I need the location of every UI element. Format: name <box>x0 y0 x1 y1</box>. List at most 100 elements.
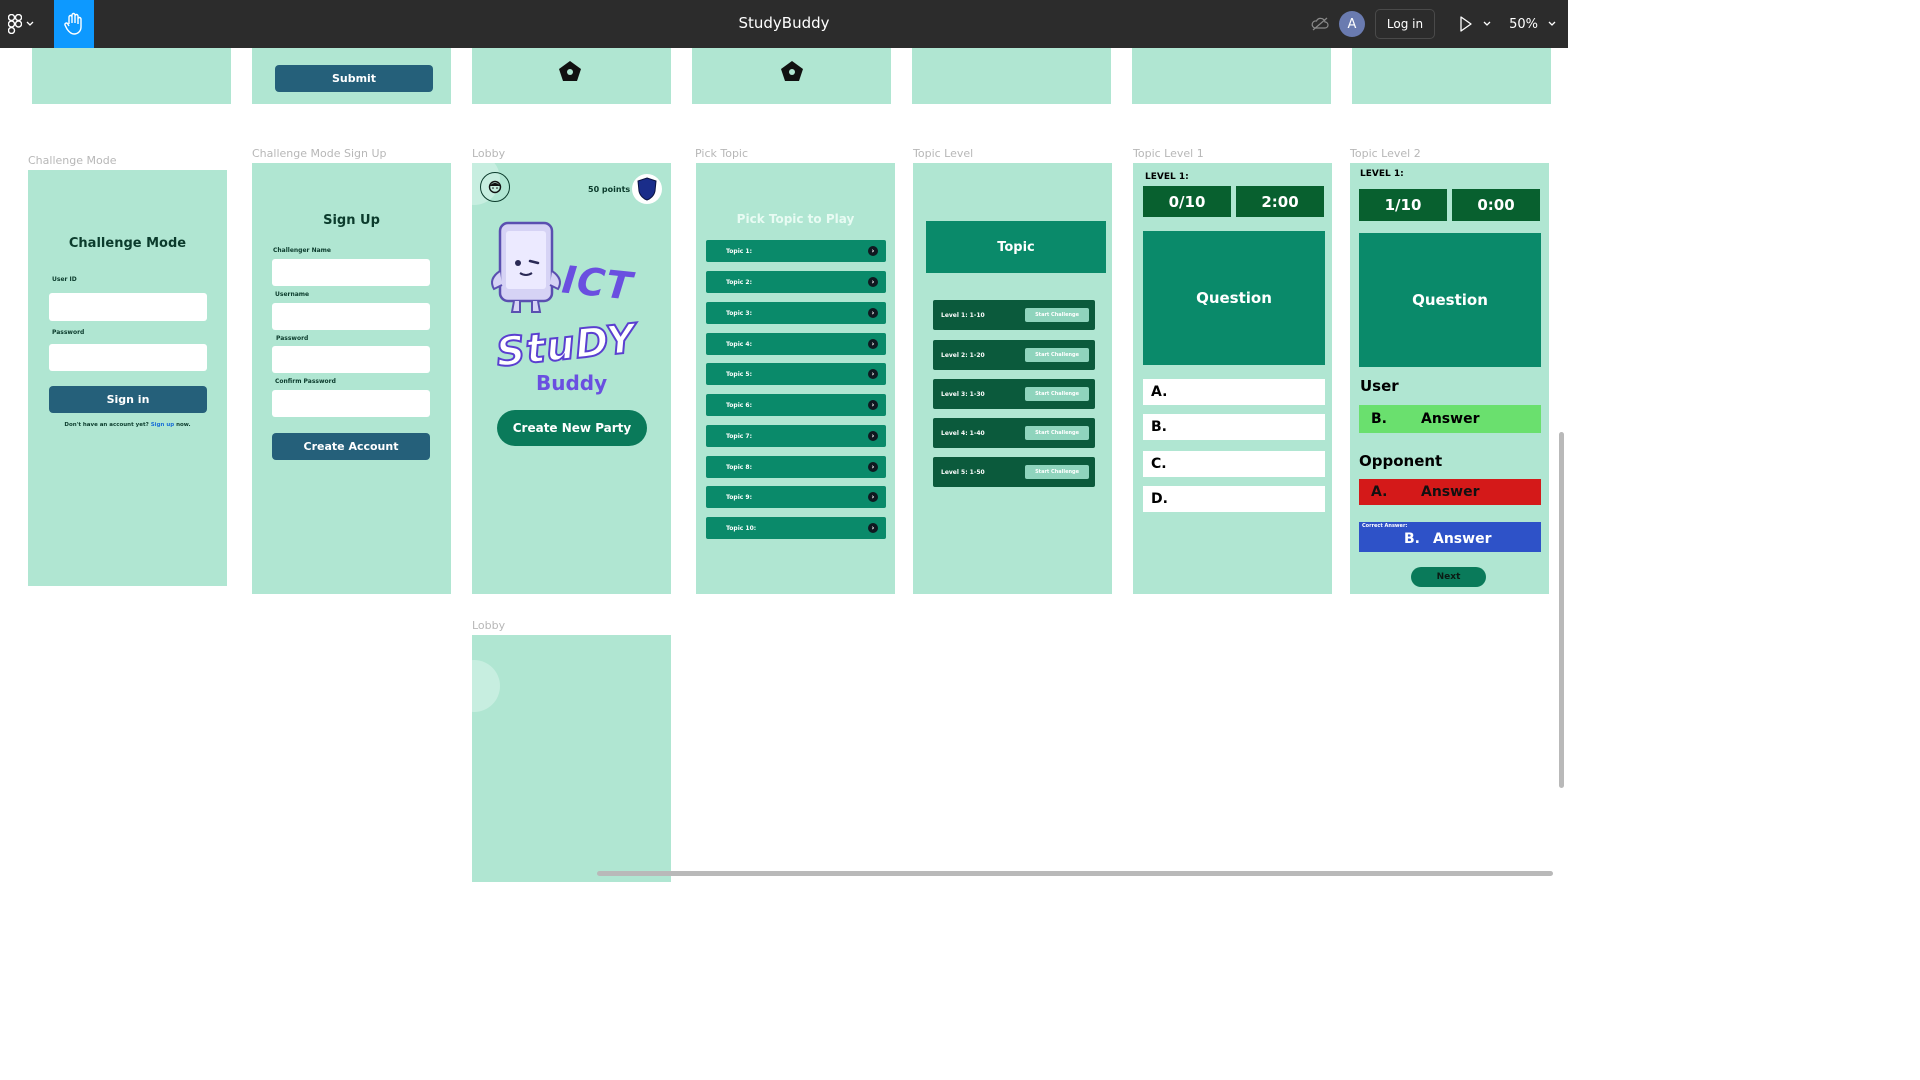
top-frame-5[interactable] <box>912 48 1111 104</box>
frame-label-topic-level[interactable]: Topic Level <box>913 147 973 160</box>
top-frame-1[interactable] <box>32 48 231 104</box>
opponent-answer-text: Answer <box>1421 484 1480 500</box>
topic-label: Topic 3: <box>726 309 752 317</box>
submit-button[interactable]: Submit <box>275 65 433 92</box>
topic-row[interactable]: Topic 6: › <box>706 394 886 416</box>
topic-label: Topic 5: <box>726 370 752 378</box>
frame-topic-level-1[interactable]: LEVEL 1: 0/10 2:00 Question A. B. C. D. <box>1133 163 1332 594</box>
username-label: Username <box>275 291 310 298</box>
frame-label-topic-level-1[interactable]: Topic Level 1 <box>1133 147 1204 160</box>
topic-row[interactable]: Topic 2: › <box>706 271 886 293</box>
topic-row[interactable]: Topic 3: › <box>706 302 886 324</box>
topic-row[interactable]: Topic 5: › <box>706 363 886 385</box>
level-row[interactable]: Level 1: 1-10 Start Challenge <box>933 300 1095 330</box>
top-frame-6[interactable] <box>1132 48 1331 104</box>
pick-topic-heading: Pick Topic to Play <box>736 212 855 226</box>
answer-option-c[interactable]: C. <box>1143 451 1325 477</box>
frame-challenge-mode[interactable]: Challenge Mode User ID Password Sign in … <box>28 170 227 586</box>
frame-label-challenge-mode[interactable]: Challenge Mode <box>28 154 116 167</box>
frame-label-lobby[interactable]: Lobby <box>472 147 505 160</box>
start-challenge-button[interactable]: Start Challenge <box>1025 308 1089 322</box>
vertical-scrollbar[interactable] <box>1559 432 1564 788</box>
topic-row[interactable]: Topic 1: › <box>706 240 886 262</box>
figma-logo-icon <box>8 14 22 34</box>
topic-row[interactable]: Topic 4: › <box>706 333 886 355</box>
user-avatar[interactable]: A <box>1338 11 1365 37</box>
frame-lobby-2[interactable] <box>472 635 671 882</box>
topic-row[interactable]: Topic 8: › <box>706 456 886 478</box>
user-id-input[interactable] <box>49 293 207 321</box>
level-row[interactable]: Level 2: 1-20 Start Challenge <box>933 340 1095 370</box>
zoom-level[interactable]: 50% <box>1509 17 1538 32</box>
hand-tool-button[interactable] <box>54 0 94 48</box>
footer-prefix: Don't have an account yet? <box>64 422 149 428</box>
create-new-party-button[interactable]: Create New Party <box>497 410 647 446</box>
profile-icon[interactable] <box>480 172 510 202</box>
top-frame-3[interactable] <box>472 48 671 104</box>
arrow-right-icon: › <box>868 462 878 472</box>
opponent-answer-box: A. Answer <box>1359 479 1541 505</box>
offline-cloud-icon[interactable] <box>1311 17 1329 31</box>
next-button[interactable]: Next <box>1411 567 1486 587</box>
toolbar: StudyBuddy A Log in 50% <box>0 0 1568 48</box>
level-label: Level 2: 1-20 <box>941 351 985 359</box>
confirm-password-input[interactable] <box>272 390 430 417</box>
rank-badge[interactable] <box>632 174 662 204</box>
start-challenge-button[interactable]: Start Challenge <box>1025 387 1089 401</box>
start-challenge-button[interactable]: Start Challenge <box>1025 348 1089 362</box>
topic-row[interactable]: Topic 7: › <box>706 425 886 447</box>
score-box: 1/10 <box>1359 189 1447 221</box>
topic-row[interactable]: Topic 9: › <box>706 486 886 508</box>
arrow-right-icon: › <box>868 523 878 533</box>
password-input[interactable] <box>272 346 430 373</box>
chevron-down-icon[interactable] <box>1483 21 1491 27</box>
signup-footer: Don't have an account yet? Sign up now. <box>28 422 227 428</box>
top-frame-2[interactable]: Submit <box>252 48 451 104</box>
frame-label-pick-topic[interactable]: Pick Topic <box>695 147 748 160</box>
user-answer-box: B. Answer <box>1359 405 1541 433</box>
home-pentagon-icon[interactable] <box>558 60 582 82</box>
frame-pick-topic[interactable]: Pick Topic to Play Topic 1: › Topic 2: › T… <box>696 163 895 594</box>
level-row[interactable]: Level 3: 1-30 Start Challenge <box>933 379 1095 409</box>
horizontal-scrollbar[interactable] <box>597 871 1553 876</box>
signup-link[interactable]: Sign up <box>151 422 174 428</box>
answer-option-a[interactable]: A. <box>1143 379 1325 405</box>
level-row[interactable]: Level 4: 1-40 Start Challenge <box>933 418 1095 448</box>
home-pentagon-icon[interactable] <box>780 60 804 82</box>
start-challenge-button[interactable]: Start Challenge <box>1025 465 1089 479</box>
top-frame-7[interactable] <box>1352 48 1551 104</box>
topic-label: Topic 6: <box>726 401 752 409</box>
password-input[interactable] <box>49 344 207 371</box>
frame-lobby[interactable]: 50 points ICT StuDY Buddy Create New Par… <box>472 163 671 594</box>
frame-label-lobby-2[interactable]: Lobby <box>472 619 505 632</box>
level-label: LEVEL 1: <box>1360 169 1404 179</box>
frame-label-topic-level-2[interactable]: Topic Level 2 <box>1350 147 1421 160</box>
frame-sign-up[interactable]: Sign Up Challenger Name Username Passwor… <box>252 163 451 594</box>
topic-row[interactable]: Topic 10: › <box>706 517 886 539</box>
login-button[interactable]: Log in <box>1374 9 1436 39</box>
logo-ict: ICT <box>559 257 636 309</box>
user-answer-letter: B. <box>1371 411 1387 427</box>
challenger-name-input[interactable] <box>272 259 430 286</box>
main-menu-button[interactable] <box>8 12 44 36</box>
opponent-label: Opponent <box>1359 452 1443 470</box>
level-label: Level 5: 1-50 <box>941 468 985 476</box>
username-input[interactable] <box>272 303 430 330</box>
correct-answer-box: Correct Answer: B. Answer <box>1359 522 1541 552</box>
answer-option-b[interactable]: B. <box>1143 414 1325 440</box>
frame-topic-level-2[interactable]: LEVEL 1: 1/10 0:00 Question User B. Answ… <box>1350 163 1549 594</box>
correct-answer-letter: B. <box>1404 531 1420 547</box>
password-label: Password <box>276 335 309 342</box>
top-frame-4[interactable] <box>692 48 891 104</box>
frame-topic-level[interactable]: Topic Level 1: 1-10 Start Challenge Level… <box>913 163 1112 594</box>
topic-label: Topic 7: <box>726 432 752 440</box>
shield-icon <box>637 177 657 201</box>
answer-option-d[interactable]: D. <box>1143 486 1325 512</box>
present-play-icon[interactable] <box>1459 16 1473 32</box>
frame-label-sign-up[interactable]: Challenge Mode Sign Up <box>252 147 386 160</box>
chevron-down-icon[interactable] <box>1548 21 1556 27</box>
level-row[interactable]: Level 5: 1-50 Start Challenge <box>933 457 1095 487</box>
start-challenge-button[interactable]: Start Challenge <box>1025 426 1089 440</box>
sign-in-button[interactable]: Sign in <box>49 386 207 413</box>
create-account-button[interactable]: Create Account <box>272 433 430 460</box>
